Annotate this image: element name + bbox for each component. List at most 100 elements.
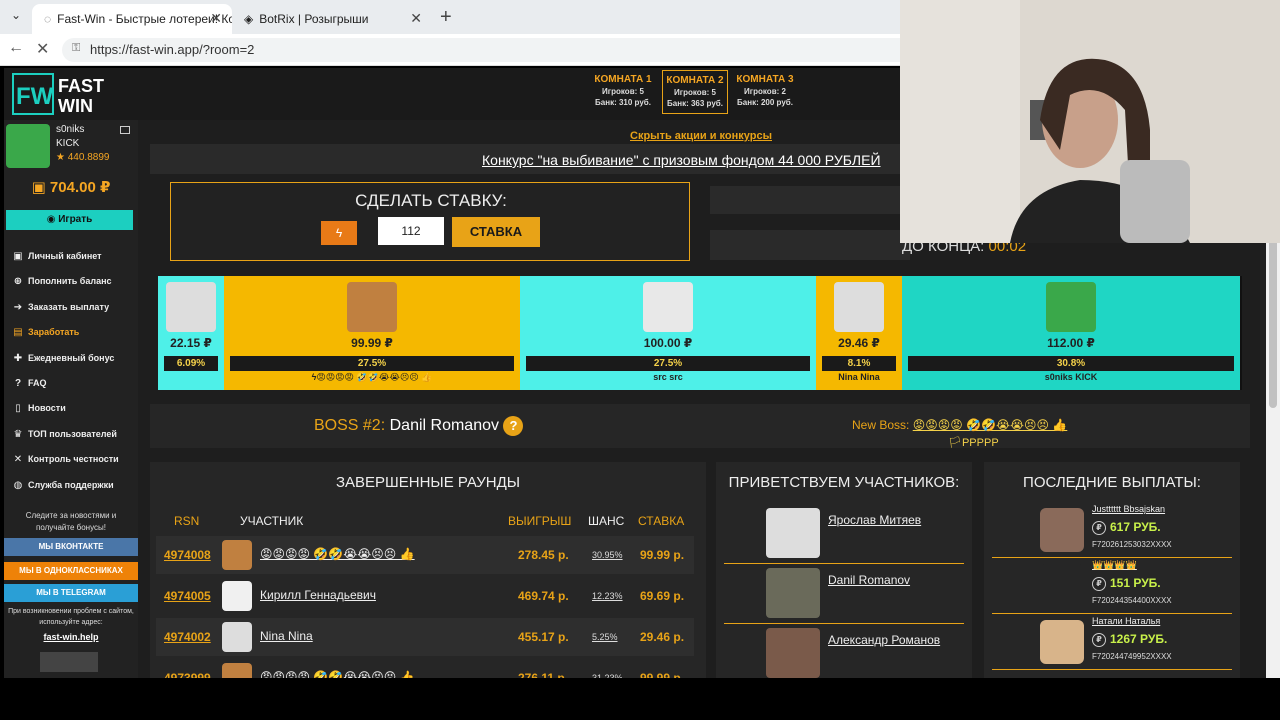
close-tab-icon[interactable]: ✕ bbox=[210, 10, 222, 27]
room-1-tab[interactable]: КОМНАТА 1 Игроков: 5 Банк: 310 руб. bbox=[590, 70, 656, 114]
payment-system-icon: ₽ bbox=[1092, 632, 1106, 647]
list-item: 👑👑👑👑 ₽151 РУБ. F720244354400XXXX bbox=[992, 558, 1232, 614]
globe-icon: ◍ bbox=[13, 479, 23, 491]
payout-user-name[interactable]: Натали Наталья bbox=[1092, 616, 1160, 626]
welcome-user-name[interactable]: Александр Романов bbox=[828, 632, 958, 649]
welcome-user-name[interactable]: Ярослав Митяев bbox=[828, 512, 958, 529]
avatar bbox=[1040, 620, 1084, 664]
table-row: 4974008 😡😡😡😡 🤣🤣😭😭😣😣 👍 278.45 р. 30.95% 99.99… bbox=[156, 536, 694, 574]
tab-title: Fast-Win - Быстрые лотереи! Ком bbox=[57, 12, 232, 26]
webcam-overlay bbox=[900, 0, 1280, 243]
player-avatar[interactable] bbox=[643, 282, 693, 332]
table-row: 4974002 Nina Nina 455.17 р. 5.25% 29.46 р. bbox=[156, 618, 694, 656]
round-rsn-link[interactable]: 4974002 bbox=[164, 630, 211, 644]
bolt-icon: ϟ bbox=[335, 226, 343, 240]
new-tab-icon[interactable]: + bbox=[440, 6, 452, 29]
avatar[interactable] bbox=[766, 568, 820, 618]
payout-card: F720261253032XXXX bbox=[1092, 540, 1172, 549]
telegram-label: МЫ В TELEGRAM bbox=[36, 588, 106, 597]
round-bet: 99.99 р. bbox=[640, 548, 685, 562]
messages-icon[interactable] bbox=[120, 126, 130, 134]
avatar[interactable] bbox=[766, 508, 820, 558]
sidebar-nav-label: Служба поддержки bbox=[28, 479, 114, 490]
round-player-avatar bbox=[222, 622, 252, 652]
fast-win-logo[interactable]: FW FAST WIN bbox=[12, 72, 112, 116]
tab-botrix[interactable]: ◈ BotRix | Розыгрыши ✕ bbox=[232, 4, 432, 34]
room-bank: Банк: 310 руб. bbox=[595, 98, 651, 107]
bet-amount-input[interactable] bbox=[378, 217, 444, 245]
round-rsn-link[interactable]: 4974008 bbox=[164, 548, 211, 562]
timer-bar bbox=[710, 230, 910, 260]
room-3-tab[interactable]: КОМНАТА 3 Игроков: 2 Банк: 200 руб. bbox=[732, 70, 798, 114]
payment-system-icon: ₽ bbox=[1092, 520, 1106, 535]
player-name: Nina Nina bbox=[838, 372, 880, 382]
play-button[interactable]: ◉ Играть bbox=[6, 210, 133, 230]
quick-bet-bolt-button[interactable]: ϟ bbox=[321, 221, 357, 245]
stop-loading-icon[interactable]: ✕ bbox=[36, 39, 49, 59]
support-link[interactable]: fast-win.help bbox=[4, 632, 138, 642]
round-player: 99.99 ₽ 27.5% ϟ😡😡😡😡 🤣🤣😭😭😣😣 👍 bbox=[224, 276, 520, 390]
payout-card: F720244354400XXXX bbox=[1092, 596, 1172, 605]
vk-button[interactable]: МЫ ВКОНТАКТЕ bbox=[4, 538, 138, 556]
avatar[interactable] bbox=[766, 628, 820, 678]
username[interactable]: s0niks bbox=[56, 124, 84, 135]
round-player-name[interactable]: 😡😡😡😡 🤣🤣😭😭😣😣 👍 bbox=[260, 547, 415, 561]
round-player-name[interactable]: 😡😡😡😡 🤣🤣😭😭😣😣 👍 bbox=[260, 670, 415, 678]
payout-user-name[interactable]: 👑👑👑👑 bbox=[1092, 560, 1137, 571]
round-player-name[interactable]: Nina Nina bbox=[260, 629, 313, 643]
finished-rounds-panel: ЗАВЕРШЕННЫЕ РАУНДЫ RSN УЧАСТНИК ВЫИГРЫШ … bbox=[150, 462, 706, 678]
sidebar-nav-item[interactable]: ▤ Заработать bbox=[12, 324, 136, 340]
info-bar bbox=[710, 186, 910, 214]
sidebar-nav-item[interactable]: ➔ Заказать выплату bbox=[12, 299, 136, 315]
sidebar-nav-item[interactable]: ? FAQ bbox=[12, 375, 136, 391]
sidebar-nav-item[interactable]: ◍ Служба поддержки bbox=[12, 477, 136, 493]
player-name: s0niks KICK bbox=[1044, 372, 1098, 382]
bet-button[interactable]: СТАВКА bbox=[452, 217, 540, 247]
tab-search-chevron-icon[interactable]: ⌄ bbox=[6, 8, 26, 28]
visit-counter[interactable] bbox=[40, 652, 98, 672]
play-label: Играть bbox=[58, 214, 93, 225]
sidebar-nav-item[interactable]: ⊕ Пополнить баланс bbox=[12, 273, 136, 289]
sidebar-nav-item[interactable]: ✕ Контроль честности bbox=[12, 451, 136, 467]
welcome-user-name[interactable]: Danil Romanov bbox=[828, 572, 958, 589]
list-item: Danil Romanov bbox=[724, 566, 964, 624]
player-avatar[interactable] bbox=[834, 282, 884, 332]
player-chance: 27.5% bbox=[230, 356, 514, 371]
col-chance: ШАНС bbox=[588, 514, 625, 528]
sidebar-nav-item[interactable]: ✚ Ежедневный бонус bbox=[12, 350, 136, 366]
site-info-icon[interactable]: ⚿ bbox=[72, 42, 80, 55]
sidebar-nav-item[interactable]: ♛ ТОП пользователей bbox=[12, 426, 136, 442]
round-player-name[interactable]: Кирилл Геннадьевич bbox=[260, 588, 376, 602]
room-2-tab[interactable]: КОМНАТА 2 Игроков: 5 Банк: 363 руб. bbox=[662, 70, 728, 114]
user-avatar[interactable] bbox=[6, 124, 50, 168]
payout-amount: ₽151 РУБ. bbox=[1092, 576, 1161, 591]
close-tab-icon[interactable]: ✕ bbox=[410, 10, 422, 27]
question-icon: ? bbox=[14, 378, 22, 389]
arrow-circle-icon: ➔ bbox=[13, 301, 23, 313]
round-rsn-link[interactable]: 4974005 bbox=[164, 589, 211, 603]
room-bank: Банк: 200 руб. bbox=[737, 98, 793, 107]
round-rsn-link[interactable]: 4973999 bbox=[164, 671, 211, 678]
payout-user-name[interactable]: Justttttt Bbsajskan bbox=[1092, 504, 1165, 514]
hide-promo-link[interactable]: Скрыть акции и конкурсы bbox=[630, 130, 772, 142]
ok-button[interactable]: МЫ В ОДНОКЛАССНИКАХ bbox=[4, 562, 138, 580]
sidebar-nav-label: Заказать выплату bbox=[28, 301, 110, 312]
round-player: 29.46 ₽ 8.1% Nina Nina bbox=[816, 276, 902, 390]
sidebar-nav-item[interactable]: ▯ Новости bbox=[12, 400, 136, 416]
back-arrow-icon[interactable]: ← bbox=[8, 39, 24, 57]
bet-panel: СДЕЛАТЬ СТАВКУ: ϟ СТАВКА bbox=[170, 182, 690, 261]
boss-help-icon[interactable]: ? bbox=[503, 416, 524, 436]
player-avatar[interactable] bbox=[347, 282, 397, 332]
sidebar-nav-item[interactable]: ▣ Личный кабинет bbox=[12, 248, 136, 264]
player-avatar[interactable] bbox=[166, 282, 216, 332]
boss-label: BOSS #2: Danil Romanov ? bbox=[314, 416, 524, 436]
telegram-button[interactable]: МЫ В TELEGRAM bbox=[4, 584, 138, 602]
round-chance: 30.95% bbox=[592, 550, 623, 560]
player-avatar[interactable] bbox=[1046, 282, 1096, 332]
contest-link[interactable]: Конкурс "на выбивание" с призовым фондом… bbox=[482, 152, 881, 168]
boss-name[interactable]: Danil Romanov bbox=[390, 417, 499, 434]
player-chance: 30.8% bbox=[908, 356, 1234, 371]
new-boss-name[interactable]: 😡😡😡😡 🤣🤣😭😭😣😣 👍 bbox=[913, 418, 1068, 432]
tab-fast-win[interactable]: ◌ Fast-Win - Быстрые лотереи! Ком ✕ bbox=[32, 4, 232, 34]
room-players: Игроков: 5 bbox=[674, 88, 716, 97]
